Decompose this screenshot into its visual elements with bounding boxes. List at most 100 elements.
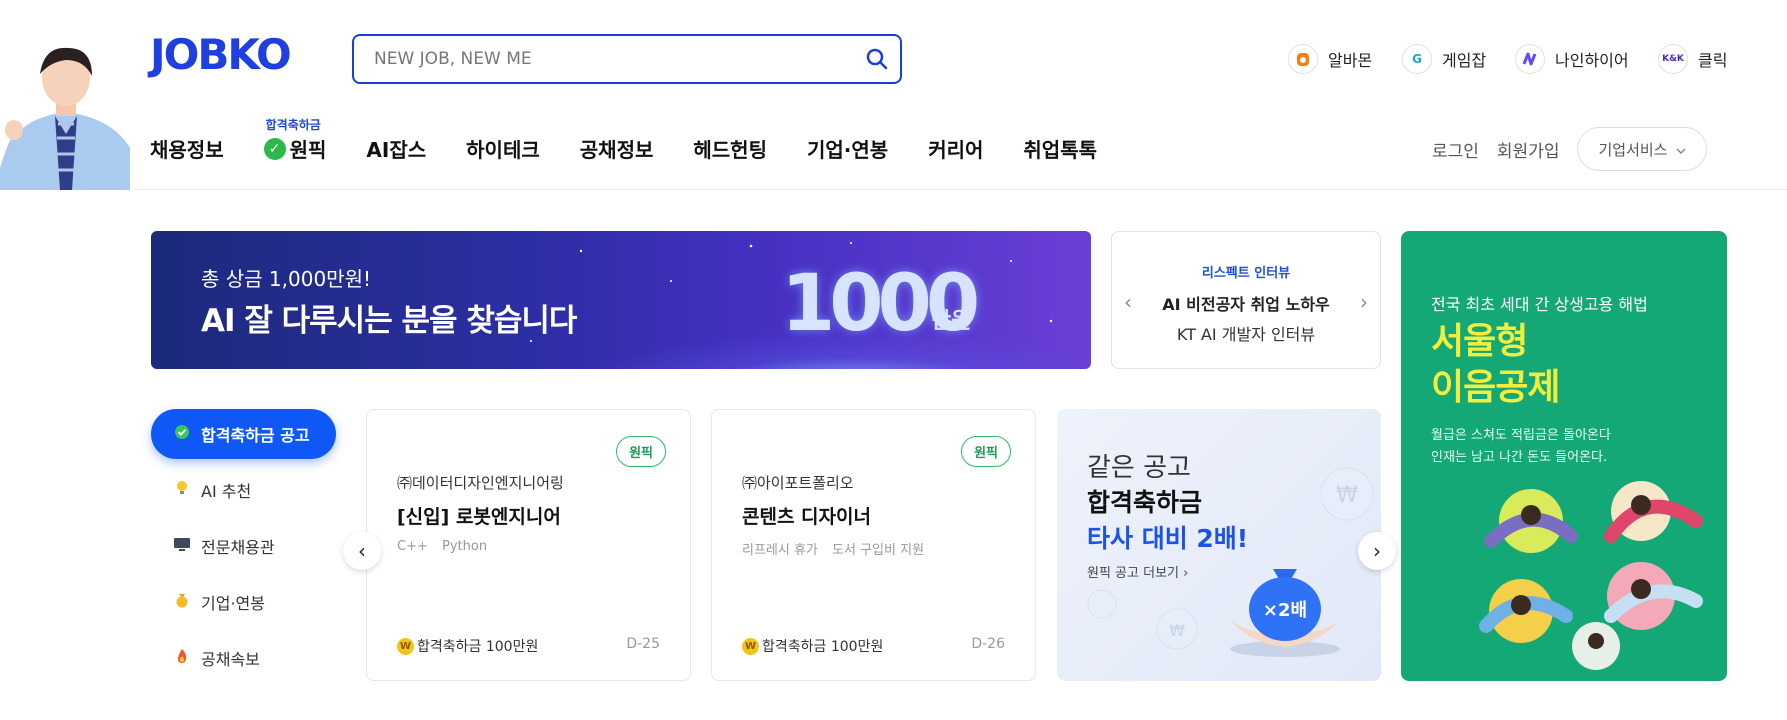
signup-link[interactable]: 회원가입: [1497, 137, 1560, 162]
job-title: [신입] 로봇엔지니어: [397, 506, 561, 528]
job-title: 콘텐츠 디자이너: [742, 506, 871, 528]
job-tag: 리프레시 휴가: [742, 543, 818, 558]
job-dday: D-25: [626, 636, 660, 652]
nav-onepick[interactable]: 합격축하금 ✓ 원픽: [263, 118, 326, 163]
seoul-banner-sub: 전국 최초 세대 간 상생고용 해법: [1431, 295, 1648, 314]
job-bonus-label: 합격축하금 100만원: [762, 639, 884, 655]
promo-line1: 같은 공고: [1087, 453, 1191, 483]
side-menu-pro-recruit[interactable]: 전문채용관: [151, 521, 336, 571]
job-tag: Python: [442, 539, 488, 554]
family-site-label: 알바몬: [1328, 51, 1373, 70]
people-illustration: [1479, 481, 1703, 670]
search-bar: [352, 34, 902, 84]
job-company: ㈜아이포트폴리오: [742, 474, 854, 492]
interview-tag: 리스펙트 인터뷰: [1201, 266, 1291, 281]
hero-line1: 총 상금 1,000만원!: [201, 267, 371, 291]
promo-more-label: 원픽 공고 더보기: [1087, 566, 1179, 581]
job-tags: 리프레시 휴가 도서 구입비 지원: [742, 539, 934, 558]
nav-company-salary[interactable]: 기업·연봉: [807, 134, 888, 163]
side-menu-label: AI 추천: [201, 482, 252, 501]
promo-line2: 합격축하금: [1087, 488, 1203, 517]
onepick-pill: 원픽: [961, 436, 1011, 467]
global-header: JOBKO 알바몬 G 게임잡 나인하이어 K&K 클릭 채용정보 합격축하금 …: [0, 0, 1787, 190]
job-bonus-label: 합격축하금 100만원: [417, 639, 539, 655]
seoul-desc-line1: 월급은 스쳐도 적립금은 돌아온다: [1431, 428, 1611, 443]
search-input[interactable]: [354, 36, 854, 82]
money-bag-icon: ×2배: [1230, 569, 1340, 657]
money-bag-icon: [171, 592, 193, 612]
family-site-label: 클릭: [1698, 51, 1728, 70]
seoul-desc-line2: 인재는 남고 나간 돈도 들어온다.: [1431, 450, 1608, 465]
carousel-next-button[interactable]: ›: [1358, 532, 1396, 570]
chevron-right-icon: ›: [1373, 539, 1381, 563]
hero-line2: AI 잘 다루시는 분을 찾습니다: [201, 303, 577, 339]
job-tags: C++ Python: [397, 539, 497, 554]
side-menu-bonus-jobs[interactable]: 합격축하금 공고: [151, 409, 336, 459]
job-tag: 도서 구입비 지원: [832, 543, 925, 558]
job-tag: C++: [397, 539, 428, 554]
job-card[interactable]: 원픽 ㈜아이포트폴리오 콘텐츠 디자이너 리프레시 휴가 도서 구입비 지원 W…: [711, 409, 1036, 681]
chevron-left-icon[interactable]: ‹: [1124, 290, 1132, 314]
lightbulb-icon: [171, 480, 193, 500]
job-bonus: W 합격축하금 100만원: [397, 636, 538, 656]
corp-service-dropdown[interactable]: 기업서비스: [1577, 127, 1707, 171]
family-site-click[interactable]: K&K 클릭: [1658, 44, 1727, 74]
check-icon: ✓: [263, 137, 286, 160]
nav-recruit-info[interactable]: 채용정보: [150, 134, 224, 163]
side-menu-company-salary[interactable]: 기업·연봉: [151, 577, 336, 627]
check-icon: [171, 424, 193, 444]
nav-headhunting[interactable]: 헤드헌팅: [693, 134, 767, 163]
svg-text:₩: ₩: [1169, 621, 1185, 640]
side-menu-ai-recommend[interactable]: AI 추천: [151, 465, 336, 515]
click-icon: K&K: [1658, 44, 1688, 74]
family-site-gamejob[interactable]: G 게임잡: [1402, 44, 1486, 74]
side-menu: 합격축하금 공고 AI 추천 전문채용관 기업·연봉 공채속보: [151, 409, 336, 689]
seoul-headline-line1: 서울형: [1431, 321, 1528, 362]
job-dday: D-26: [971, 636, 1005, 652]
side-menu-label: 공채속보: [201, 650, 260, 669]
chevron-down-icon: [1675, 140, 1686, 158]
won-coin-icon: W: [397, 637, 414, 655]
family-site-label: 나인하이어: [1555, 51, 1629, 70]
side-menu-open-news[interactable]: 공채속보: [151, 633, 336, 683]
job-company: ㈜데이터디자인엔지니어링: [397, 474, 564, 492]
seoul-headline-line2: 이음공제: [1431, 367, 1560, 408]
chevron-left-icon: ‹: [358, 539, 366, 563]
chevron-right-icon[interactable]: ›: [1360, 290, 1368, 314]
carousel-prev-button[interactable]: ‹: [343, 532, 381, 570]
login-link[interactable]: 로그인: [1432, 137, 1479, 162]
fire-icon: [171, 648, 193, 668]
chevron-right-icon: ›: [1183, 566, 1189, 581]
search-icon[interactable]: [854, 36, 900, 82]
interview-card[interactable]: ‹ › 리스펙트 인터뷰 AI 비전공자 취업 노하우 KT AI 개발자 인터…: [1111, 231, 1381, 369]
interview-title: AI 비전공자 취업 노하우: [1162, 295, 1330, 314]
nav-ai-jobs[interactable]: AI잡스: [366, 134, 426, 163]
svg-text:₩: ₩: [1336, 483, 1358, 508]
nav-job-talk[interactable]: 취업톡톡: [1023, 134, 1097, 163]
onepick-promo-card[interactable]: ₩ ₩ 같은 공고 합격축하금 타사 대비 2배! 원픽 공고 더보기 › ×2…: [1057, 409, 1381, 681]
nav-hightech[interactable]: 하이테크: [466, 134, 540, 163]
seoul-banner-headline: 서울형 이음공제: [1431, 319, 1560, 411]
gamejob-icon: G: [1402, 44, 1432, 74]
job-bonus: W 합격축하금 100만원: [742, 636, 883, 656]
model-photo: [0, 38, 135, 190]
won-coin-icon: W: [742, 637, 759, 655]
user-utility: 로그인 회원가입 기업서비스: [1432, 127, 1707, 171]
onepick-badge: 합격축하금: [265, 118, 321, 132]
jobko-logo[interactable]: JOBKO: [150, 30, 292, 79]
side-menu-label: 전문채용관: [201, 538, 275, 557]
monitor-icon: [171, 536, 193, 556]
promo-more-link[interactable]: 원픽 공고 더보기 ›: [1087, 562, 1188, 581]
nav-career[interactable]: 커리어: [928, 134, 983, 163]
family-site-ninehire[interactable]: 나인하이어: [1515, 44, 1629, 74]
seoul-banner[interactable]: 전국 최초 세대 간 상생고용 해법 서울형 이음공제 월급은 스쳐도 적립금은…: [1401, 231, 1727, 681]
seoul-banner-desc: 월급은 스쳐도 적립금은 돌아온다 인재는 남고 나간 돈도 들어온다.: [1431, 425, 1611, 469]
family-site-label: 게임잡: [1442, 51, 1487, 70]
corp-service-label: 기업서비스: [1598, 140, 1668, 159]
main-navigation: 채용정보 합격축하금 ✓ 원픽 AI잡스 하이테크 공채정보 헤드헌팅 기업·연…: [150, 118, 1137, 163]
onepick-pill: 원픽: [616, 436, 666, 467]
family-site-albamon[interactable]: 알바몬: [1288, 44, 1372, 74]
hero-banner[interactable]: 총 상금 1,000만원! AI 잘 다루시는 분을 찾습니다 1000 만원: [151, 231, 1091, 369]
nav-open-recruit[interactable]: 공채정보: [580, 134, 654, 163]
job-card[interactable]: 원픽 ㈜데이터디자인엔지니어링 [신입] 로봇엔지니어 C++ Python W…: [366, 409, 691, 681]
